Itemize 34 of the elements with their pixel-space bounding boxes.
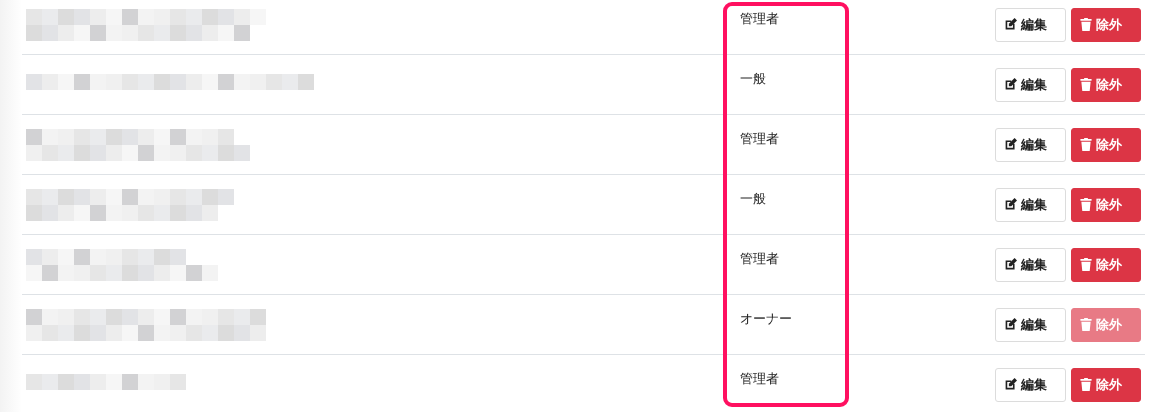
- trash-icon: [1080, 138, 1092, 151]
- edit-icon: [1004, 318, 1017, 331]
- remove-button[interactable]: 除外: [1071, 67, 1141, 102]
- edit-icon: [1004, 138, 1017, 151]
- role-text: 一般: [739, 71, 766, 86]
- trash-icon: [1080, 318, 1092, 331]
- role-text: 一般: [739, 191, 766, 206]
- edit-icon: [1004, 198, 1017, 211]
- remove-button[interactable]: 除外: [1071, 367, 1141, 402]
- edit-button[interactable]: 編集: [995, 307, 1066, 342]
- edit-icon: [1004, 18, 1017, 31]
- role-text: 管理者: [739, 371, 779, 386]
- remove-button[interactable]: 除外: [1071, 187, 1141, 222]
- remove-button[interactable]: 除外: [1071, 127, 1141, 162]
- edit-button[interactable]: 編集: [995, 7, 1066, 42]
- edit-icon: [1004, 78, 1017, 91]
- edit-icon: [1004, 258, 1017, 271]
- trash-icon: [1080, 78, 1092, 91]
- remove-button[interactable]: 除外: [1071, 247, 1141, 282]
- edit-button[interactable]: 編集: [995, 127, 1066, 162]
- role-text: 管理者: [739, 131, 779, 146]
- edit-icon: [1004, 378, 1017, 391]
- role-text: 管理者: [739, 251, 779, 266]
- remove-button[interactable]: 除外: [1071, 7, 1141, 42]
- trash-icon: [1080, 198, 1092, 211]
- edit-button[interactable]: 編集: [995, 247, 1066, 282]
- role-text: オーナー: [739, 311, 792, 326]
- edit-button[interactable]: 編集: [995, 67, 1066, 102]
- edit-button[interactable]: 編集: [995, 367, 1066, 402]
- trash-icon: [1080, 18, 1092, 31]
- trash-icon: [1080, 378, 1092, 391]
- edit-button[interactable]: 編集: [995, 187, 1066, 222]
- trash-icon: [1080, 258, 1092, 271]
- role-text: 管理者: [739, 11, 779, 26]
